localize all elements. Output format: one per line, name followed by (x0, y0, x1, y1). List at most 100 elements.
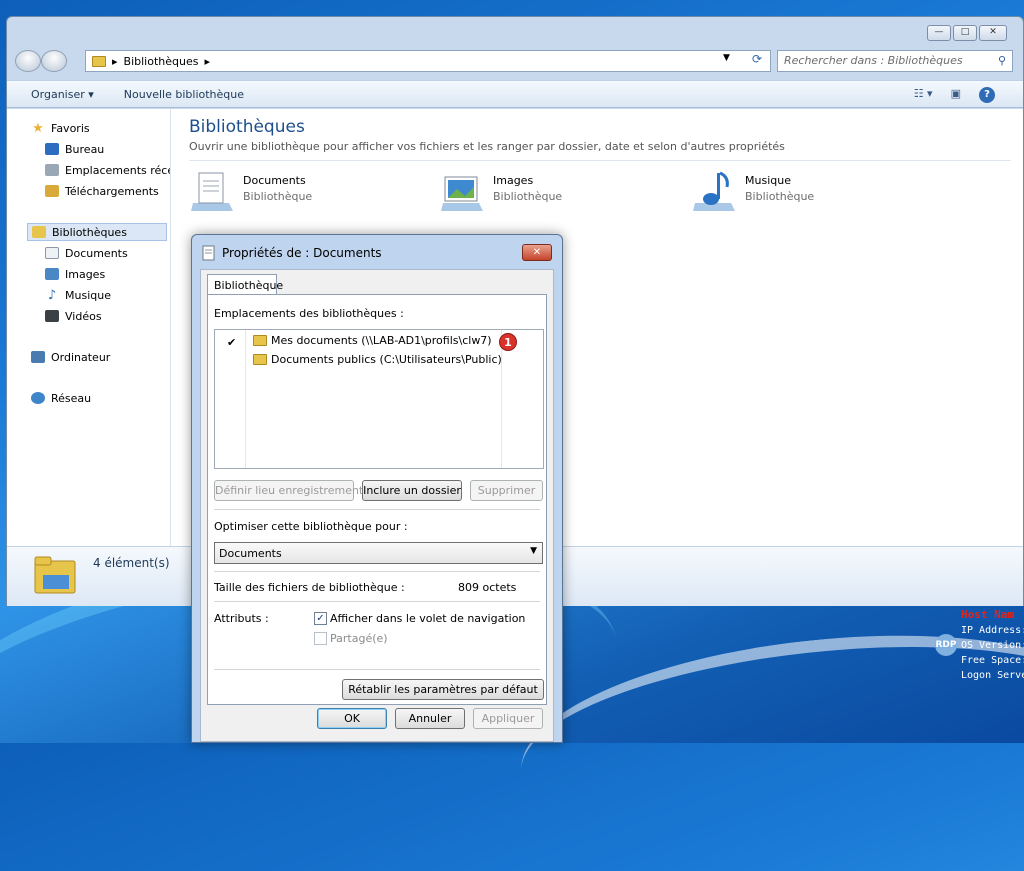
sidebar-item-label: Images (65, 267, 106, 281)
sidebar-item-computer[interactable]: Ordinateur (31, 348, 110, 366)
default-location-check-icon: ✔ (227, 336, 237, 349)
minimize-button[interactable]: — (927, 25, 951, 41)
close-button[interactable]: ✕ (979, 25, 1007, 41)
locations-label: Emplacements des bibliothèques : (214, 307, 404, 320)
library-music[interactable]: Musique Bibliothèque (691, 169, 814, 219)
remove-button[interactable]: Supprimer (470, 480, 543, 501)
sidebar-item-label: Favoris (51, 121, 90, 135)
location-path: Mes documents (\\LAB-AD1\profils\clw7) (271, 333, 492, 347)
library-name: Images (493, 174, 534, 187)
folder-icon (253, 334, 267, 346)
chevron-down-icon[interactable]: ▼ (723, 53, 730, 63)
shared-checkbox[interactable] (314, 632, 327, 645)
network-icon (31, 392, 45, 404)
apply-button[interactable]: Appliquer (473, 708, 543, 729)
ip-address-label: IP Address: (961, 625, 1024, 636)
sidebar-item-label: Bureau (65, 142, 105, 156)
documents-library-icon (191, 172, 233, 211)
page-title: Bibliothèques (189, 117, 305, 137)
library-type: Bibliothèque (493, 190, 563, 203)
optimize-label: Optimiser cette bibliothèque pour : (214, 520, 408, 533)
sidebar-item-label: Réseau (51, 391, 92, 405)
show-in-navigation-label: Afficher dans le volet de navigation (330, 612, 526, 625)
cancel-button[interactable]: Annuler (395, 708, 465, 729)
preview-pane-icon[interactable]: ▣ (951, 87, 961, 103)
sidebar-item-documents[interactable]: Documents (45, 244, 128, 262)
divider (214, 601, 540, 602)
sidebar-item-label: Documents (65, 246, 128, 260)
item-count: 4 élément(s) (93, 556, 170, 570)
search-input[interactable]: Rechercher dans : Bibliothèques ⚲ (777, 50, 1013, 72)
documents-icon (45, 247, 59, 259)
sidebar-item-label: Emplacements récents (65, 163, 170, 177)
sidebar-item-videos[interactable]: Vidéos (45, 307, 102, 325)
computer-icon (31, 351, 45, 363)
list-item[interactable]: Mes documents (\\LAB-AD1\profils\clw7) (253, 332, 492, 348)
folder-icon (253, 353, 267, 365)
list-item[interactable]: Documents publics (C:\Utilisateurs\Publi… (253, 351, 502, 367)
divider (189, 160, 1011, 161)
sidebar-item-favorites[interactable]: ★ Favoris (31, 119, 90, 137)
view-options-icon[interactable]: ☷ ▾ (914, 87, 933, 103)
location-path: Documents publics (C:\Utilisateurs\Publi… (271, 352, 502, 366)
include-folder-button[interactable]: Inclure un dossier (362, 480, 462, 501)
sidebar-item-desktop[interactable]: Bureau (45, 140, 104, 158)
back-button[interactable] (15, 50, 41, 72)
dialog-close-button[interactable]: ✕ (522, 244, 552, 261)
locations-list[interactable]: ✔ Mes documents (\\LAB-AD1\profils\clw7)… (214, 329, 544, 469)
library-type: Bibliothèque (243, 190, 313, 203)
view-controls: ☷ ▾ ▣ ? (914, 87, 995, 103)
breadcrumb-arrow-icon[interactable]: ▸ (204, 55, 210, 68)
dialog-titlebar: Propriétés de : Documents (202, 245, 382, 261)
size-label: Taille des fichiers de bibliothèque : (214, 581, 405, 594)
optimize-select[interactable]: Documents ▼ (214, 542, 543, 564)
address-bar[interactable]: ▸ Bibliothèques ▸ (85, 50, 771, 72)
library-documents[interactable]: Documents Bibliothèque (189, 169, 312, 219)
maximize-button[interactable]: □ (953, 25, 977, 41)
sidebar-item-music[interactable]: ♪ Musique (45, 286, 111, 304)
refresh-icon[interactable]: ⟳ (747, 52, 767, 70)
library-images[interactable]: Images Bibliothèque (439, 169, 562, 219)
shared-label: Partagé(e) (330, 632, 388, 645)
free-space-label: Free Space: (961, 655, 1024, 666)
restore-defaults-button[interactable]: Rétablir les paramètres par défaut (342, 679, 544, 700)
music-note-icon: ♪ (47, 287, 57, 303)
sidebar-item-downloads[interactable]: Téléchargements (45, 182, 159, 200)
sidebar-item-label: Téléchargements (65, 184, 159, 198)
host-name-label: Host Nam (961, 608, 1014, 621)
ok-button[interactable]: OK (317, 708, 387, 729)
step-badge: 1 (499, 333, 517, 351)
attributes-label: Attributs : (214, 612, 269, 625)
show-in-navigation-checkbox[interactable]: ✓ (314, 612, 327, 625)
help-icon[interactable]: ? (979, 87, 995, 103)
new-library-button[interactable]: Nouvelle bibliothèque (124, 88, 244, 101)
sidebar-item-label: Ordinateur (51, 350, 111, 364)
libraries-folder-icon (92, 55, 106, 67)
images-library-icon (441, 176, 483, 211)
desktop-icon (45, 143, 59, 155)
sidebar-item-label: Musique (65, 288, 111, 302)
chevron-down-icon: ▼ (530, 546, 537, 556)
search-icon[interactable]: ⚲ (998, 54, 1006, 67)
address-row: ▸ Bibliothèques ▸ ▼ ⟳ Rechercher dans : … (15, 50, 1015, 72)
set-save-location-button[interactable]: Définir lieu enregistrement (214, 480, 363, 501)
downloads-icon (45, 185, 59, 197)
organize-button[interactable]: Organiser ▾ (31, 88, 94, 101)
sidebar-item-recent[interactable]: Emplacements récents (45, 161, 170, 179)
library-type: Bibliothèque (745, 190, 815, 203)
sidebar-item-libraries[interactable]: Bibliothèques (27, 223, 167, 241)
os-version-label: OS Version: (961, 640, 1024, 651)
libraries-icon (32, 226, 46, 238)
forward-button[interactable] (41, 50, 67, 72)
libraries-folder-icon (34, 556, 76, 594)
command-bar: Organiser ▾ Nouvelle bibliothèque ☷ ▾ ▣ … (7, 80, 1023, 108)
search-placeholder: Rechercher dans : Bibliothèques (784, 54, 963, 67)
tab-library[interactable]: Bibliothèque (207, 274, 283, 295)
star-icon: ★ (32, 120, 44, 136)
library-name: Documents (243, 174, 306, 187)
sidebar-item-images[interactable]: Images (45, 265, 105, 283)
divider (214, 509, 540, 510)
library-name: Musique (745, 174, 791, 187)
sidebar-item-network[interactable]: Réseau (31, 389, 91, 407)
breadcrumb-item[interactable]: Bibliothèques (124, 55, 199, 68)
